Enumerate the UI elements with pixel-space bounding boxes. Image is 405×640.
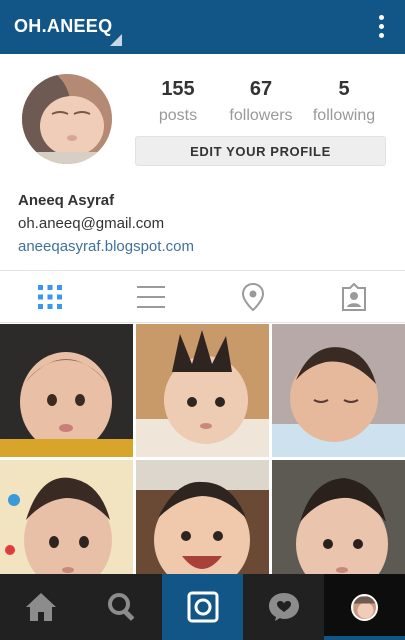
followers-count: 67 <box>249 78 273 100</box>
bottom-navigation <box>0 574 405 640</box>
followers-stat[interactable]: 67 followers <box>219 78 303 125</box>
top-app-bar: OH.ANEEQ <box>0 0 405 54</box>
divider <box>0 322 405 323</box>
followers-label: followers <box>229 107 293 124</box>
nav-search[interactable] <box>81 574 162 640</box>
more-vertical-icon[interactable] <box>371 12 391 42</box>
posts-count: 155 <box>161 78 195 100</box>
nav-profile[interactable] <box>324 574 405 640</box>
tab-list-view[interactable] <box>101 272 201 322</box>
active-indicator <box>324 636 405 640</box>
tab-tagged-view[interactable] <box>304 272 404 322</box>
camera-icon <box>187 591 218 623</box>
account-switcher[interactable]: OH.ANEEQ <box>14 16 112 37</box>
account-dropdown-icon[interactable] <box>110 34 122 46</box>
search-icon <box>107 593 134 621</box>
profile-bio: Aneeq Asyraf oh.aneeq@gmail.com aneeqasy… <box>18 192 388 255</box>
location-pin-icon <box>241 283 265 311</box>
nav-home[interactable] <box>0 574 81 640</box>
following-count: 5 <box>338 78 350 100</box>
posts-stat[interactable]: 155 posts <box>136 78 220 125</box>
profile-email: oh.aneeq@gmail.com <box>18 215 165 232</box>
profile-website-link[interactable]: aneeqasyraf.blogspot.com <box>18 238 388 255</box>
following-stat[interactable]: 5 following <box>302 78 386 125</box>
profile-name: Aneeq Asyraf <box>18 192 115 209</box>
activity-heart-icon <box>268 593 299 621</box>
photo-grid <box>0 324 405 593</box>
photo-thumbnail[interactable] <box>0 324 133 457</box>
tab-grid-view[interactable] <box>0 272 100 322</box>
tab-map-view[interactable] <box>203 272 303 322</box>
photo-thumbnail[interactable] <box>272 324 405 457</box>
grid-icon <box>38 285 62 309</box>
profile-avatar[interactable] <box>22 74 112 164</box>
profile-avatar-icon <box>351 594 378 621</box>
list-icon <box>137 286 165 308</box>
nav-camera[interactable] <box>162 574 243 640</box>
edit-profile-button[interactable]: EDIT YOUR PROFILE <box>135 136 386 166</box>
profile-view-tabs <box>0 272 405 322</box>
nav-activity[interactable] <box>243 574 324 640</box>
photo-thumbnail[interactable] <box>136 324 269 457</box>
profile-stats: 155 posts 67 followers 5 following <box>136 78 386 128</box>
posts-label: posts <box>158 107 198 124</box>
tagged-photos-icon <box>342 283 366 311</box>
following-label: following <box>312 107 376 124</box>
divider <box>0 270 405 271</box>
home-icon <box>25 593 56 621</box>
